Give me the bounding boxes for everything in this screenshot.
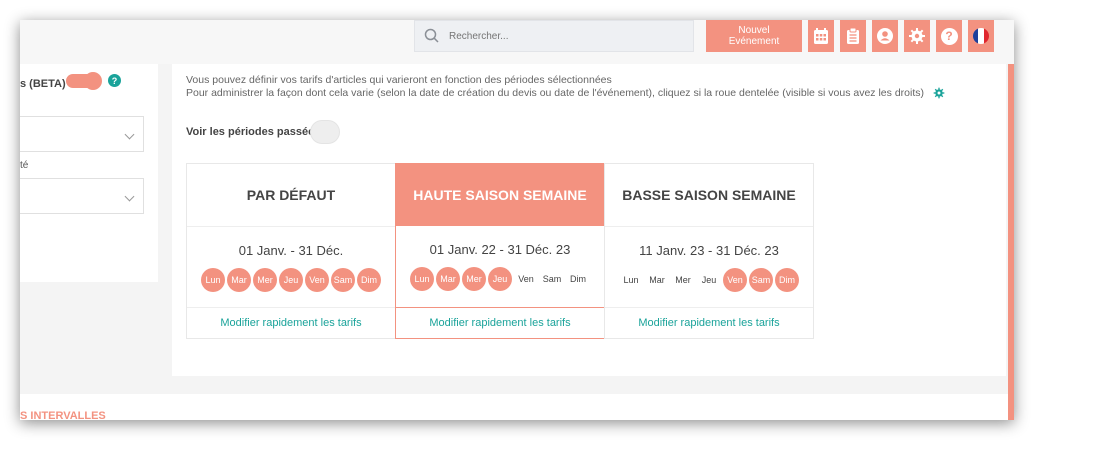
period-dates: 01 Janv. - 31 Déc. [238,243,344,258]
day-badge: Dim [570,274,586,284]
period-title: BASSE SAISON SEMAINE [605,164,813,227]
clipboard-icon [847,27,859,44]
settings-left-panel: s (BETA) ? té [20,64,158,282]
chevron-down-icon [124,191,135,202]
period-days: Lun Mar Mer Jeu Ven Sam Dim [187,268,395,292]
quick-edit-rates-link[interactable]: Modifier rapidement les tarifs [605,307,813,338]
period-card-low-season[interactable]: BASSE SAISON SEMAINE 11 Janv. 23 - 31 Dé… [604,163,814,339]
day-badge: Mar [227,268,251,292]
period-dates: 01 Janv. 22 - 31 Déc. 23 [429,242,571,257]
intervals-section-title: S INTERVALLES [20,410,106,420]
search-box[interactable] [414,20,694,52]
info-line-2-wrap: Pour administrer la façon dont cela vari… [186,87,945,100]
day-badge: Dim [775,268,799,292]
new-event-button[interactable]: Nouvel Evénement [706,20,802,52]
day-badge: Lun [410,267,434,291]
beta-label: s (BETA) [20,78,66,90]
help-badge-glyph: ? [111,75,118,86]
calendar-button[interactable] [808,20,834,52]
help-button[interactable]: ? [936,20,962,52]
day-badge: Sam [749,268,773,292]
period-title: PAR DÉFAUT [187,164,395,227]
info-line-2: Pour administrer la façon dont cela vari… [186,87,924,99]
day-badge: Dim [357,268,381,292]
period-dates: 11 Janv. 23 - 31 Déc. 23 [639,243,779,258]
clipboard-button[interactable] [840,20,866,52]
settings-button[interactable] [904,20,930,52]
info-line-1: Vous pouvez définir vos tarifs d'article… [186,74,612,86]
quick-edit-rates-link[interactable]: Modifier rapidement les tarifs [187,307,395,338]
field-label: té [20,160,29,171]
day-badge: Mer [253,268,277,292]
help-badge-icon[interactable]: ? [108,74,121,87]
user-button[interactable] [872,20,898,52]
period-card-default[interactable]: PAR DÉFAUT 01 Janv. - 31 Déc. Lun Mar Me… [186,163,396,339]
search-input[interactable] [447,29,671,43]
top-bar: Nouvel Evénement [20,20,1014,64]
info-text: Vous pouvez définir vos tarifs d'article… [186,74,945,100]
app-window: Nouvel Evénement [20,20,1014,420]
day-badge: Mar [436,267,460,291]
select-field-1[interactable] [20,116,144,152]
period-days: Lun Mar Mer Jeu Ven Sam Dim [605,268,813,292]
search-icon [424,28,439,43]
help-icon-glyph: ? [945,29,953,43]
day-badge: Lun [201,268,225,292]
period-settings-gear-icon[interactable] [933,87,945,99]
help-icon: ? [940,27,958,45]
day-badge: Lun [623,275,639,285]
quick-edit-rates-link[interactable]: Modifier rapidement les tarifs [396,307,604,338]
day-badge: Sam [331,268,355,292]
intervals-section: S INTERVALLES [20,394,1014,420]
select-field-2[interactable] [20,178,144,214]
period-card-high-season[interactable]: HAUTE SAISON SEMAINE 01 Janv. 22 - 31 Dé… [395,163,605,339]
day-badge: Ven [305,268,329,292]
user-icon [877,28,893,44]
day-badge: Ven [723,268,747,292]
period-days: Lun Mar Mer Jeu Ven Sam Dim [396,267,604,291]
past-periods-toggle[interactable] [310,120,340,144]
day-badge: Jeu [701,275,717,285]
calendar-icon [814,28,828,44]
beta-toggle[interactable] [66,72,102,90]
day-badge: Mer [462,267,486,291]
periods-panel: Vous pouvez définir vos tarifs d'article… [172,64,1006,376]
vertical-scrollbar[interactable] [1008,64,1014,420]
chevron-down-icon [124,129,135,140]
day-badge: Ven [518,274,534,284]
day-badge: Sam [542,274,562,284]
day-badge: Jeu [488,267,512,291]
gear-icon [909,28,925,44]
past-periods-label: Voir les périodes passées [186,126,321,138]
day-badge: Mar [649,275,665,285]
language-button[interactable] [968,20,994,52]
flag-fr-icon [973,28,989,44]
period-title: HAUTE SAISON SEMAINE [396,164,604,226]
day-badge: Mer [675,275,691,285]
day-badge: Jeu [279,268,303,292]
